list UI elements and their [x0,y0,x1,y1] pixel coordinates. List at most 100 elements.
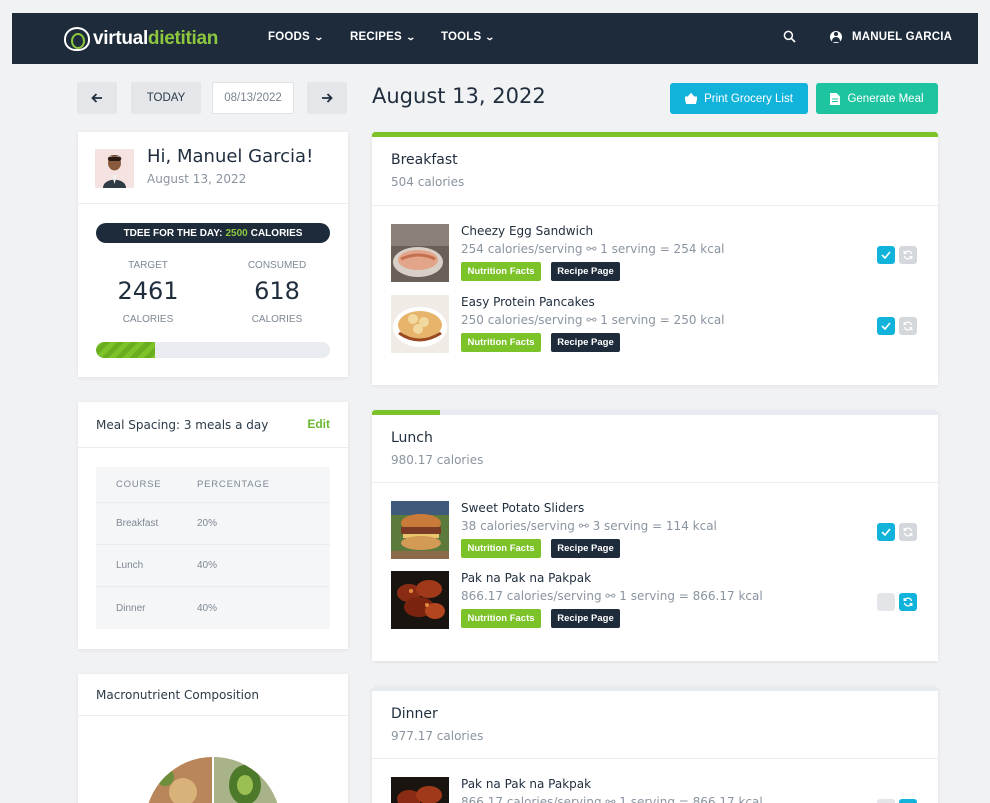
food-item: Sweet Potato Sliders 38 calories/serving… [391,501,919,561]
refresh-icon [903,527,913,537]
meal-title: Lunch [391,430,433,446]
food-image[interactable] [391,224,449,282]
food-image[interactable] [391,501,449,559]
edit-meal-spacing-link[interactable]: Edit [307,417,330,431]
food-image[interactable] [391,777,449,803]
meal-calories: 980.17 calories [391,453,484,467]
nutrition-facts-button[interactable]: Nutrition Facts [461,262,541,281]
divider [78,715,348,716]
breakfast-card: Breakfast 504 calories Cheezy Egg Sandwi… [372,132,938,385]
food-name: Pak na Pak na Pakpak [461,571,592,585]
tdee-badge: TDEE FOR THE DAY: 2500 CALORIES [96,223,330,243]
divider [78,203,348,204]
divider [78,447,348,448]
refresh-icon [903,321,913,331]
meal-spacing-table: COURSE PERCENTAGE Breakfast 20% Lunch 40… [96,467,330,629]
refresh-icon [903,250,913,260]
eaten-checkbox[interactable] [877,523,895,541]
divider [372,482,938,483]
page-title: August 13, 2022 [372,84,546,108]
logo[interactable]: virtualdietitian [64,27,218,51]
top-navbar: virtualdietitian FOODS ⌄ RECIPES ⌄ TOOLS ⌄ … [12,13,978,64]
arrow-left-icon [91,93,102,103]
consumed-unit: CALORIES [251,314,303,325]
generate-meal-button[interactable]: Generate Meal [816,83,938,114]
user-menu[interactable]: MANUEL GARCIA [852,31,952,43]
recipe-page-button[interactable]: Recipe Page [551,333,620,352]
meal-title: Dinner [391,706,438,722]
consumed-label: CONSUMED [247,260,307,271]
nutrition-facts-button[interactable]: Nutrition Facts [461,333,541,352]
food-item: Cheezy Egg Sandwich 254 calories/serving… [391,224,919,284]
nav-recipes[interactable]: RECIPES ⌄ [350,31,417,43]
meal-calories: 977.17 calories [391,729,484,743]
table-row: Breakfast 20% [96,503,330,545]
today-button[interactable]: TODAY [131,82,201,114]
swap-button[interactable] [899,799,917,803]
target-unit: CALORIES [122,314,174,325]
search-icon[interactable] [783,30,796,43]
food-name: Easy Protein Pancakes [461,295,595,309]
divider [372,758,938,759]
food-detail: 866.17 calories/serving ⚯ 1 serving = 86… [461,795,763,803]
divider [372,205,938,206]
nutrition-facts-button[interactable]: Nutrition Facts [461,609,541,628]
dinner-progress-bar [372,686,938,691]
consumed-value: 618 [254,277,300,305]
chevron-down-icon: ⌄ [405,32,417,42]
food-detail: 250 calories/serving ⚯ 1 serving = 250 k… [461,313,725,327]
food-detail: 38 calories/serving ⚯ 3 serving = 114 kc… [461,519,717,533]
greeting: Hi, Manuel Garcia! [147,146,314,167]
food-item: Pak na Pak na Pakpak 866.17 calories/ser… [391,777,919,803]
swap-button[interactable] [899,593,917,611]
swap-button[interactable] [899,246,917,264]
breakfast-progress-bar [372,132,938,137]
meal-spacing-title: Meal Spacing: 3 meals a day [96,418,269,432]
calorie-progress-fill [96,342,155,358]
macronutrient-title: Macronutrient Composition [96,688,259,702]
food-name: Cheezy Egg Sandwich [461,224,594,238]
nav-tools[interactable]: TOOLS ⌄ [441,31,496,43]
recipe-page-button[interactable]: Recipe Page [551,609,620,628]
profile-card: Hi, Manuel Garcia! August 13, 2022 TDEE … [78,132,348,377]
arrow-right-icon [322,93,333,103]
swap-button[interactable] [899,523,917,541]
nav-foods[interactable]: FOODS ⌄ [268,31,324,43]
meal-spacing-card: Meal Spacing: 3 meals a day Edit COURSE … [78,402,348,649]
target-label: TARGET [128,260,168,271]
swap-button[interactable] [899,317,917,335]
dinner-card: Dinner 977.17 calories Pak na Pak na Pak… [372,686,938,803]
avatar [95,149,134,188]
food-detail: 866.17 calories/serving ⚯ 1 serving = 86… [461,589,763,603]
apple-logo-icon [64,27,90,51]
food-image[interactable] [391,295,449,353]
food-image[interactable] [391,571,449,629]
food-name: Sweet Potato Sliders [461,501,585,515]
check-icon [881,322,891,330]
lunch-card: Lunch 980.17 calories Sweet Potato Slide… [372,410,938,661]
macronutrient-card: Macronutrient Composition [78,674,348,803]
prev-day-button[interactable] [77,82,117,114]
check-icon [881,528,891,536]
food-detail: 254 calories/serving ⚯ 1 serving = 254 k… [461,242,725,256]
eaten-checkbox[interactable] [877,799,895,803]
refresh-icon [903,597,913,607]
lunch-progress-bar [372,410,938,415]
recipe-page-button[interactable]: Recipe Page [551,262,620,281]
date-field[interactable]: 08/13/2022 [212,82,294,114]
recipe-page-button[interactable]: Recipe Page [551,539,620,558]
nutrition-facts-button[interactable]: Nutrition Facts [461,539,541,558]
food-item: Pak na Pak na Pakpak 866.17 calories/ser… [391,571,919,631]
eaten-checkbox[interactable] [877,593,895,611]
macronutrient-pie-image [145,757,281,803]
print-grocery-list-button[interactable]: Print Grocery List [670,83,808,114]
eaten-checkbox[interactable] [877,246,895,264]
greeting-date: August 13, 2022 [147,172,247,186]
next-day-button[interactable] [307,82,347,114]
document-icon [830,92,841,105]
basket-icon [685,93,698,104]
food-item: Easy Protein Pancakes 250 calories/servi… [391,295,919,355]
eaten-checkbox[interactable] [877,317,895,335]
user-icon [830,31,842,43]
chevron-down-icon: ⌄ [484,32,496,42]
